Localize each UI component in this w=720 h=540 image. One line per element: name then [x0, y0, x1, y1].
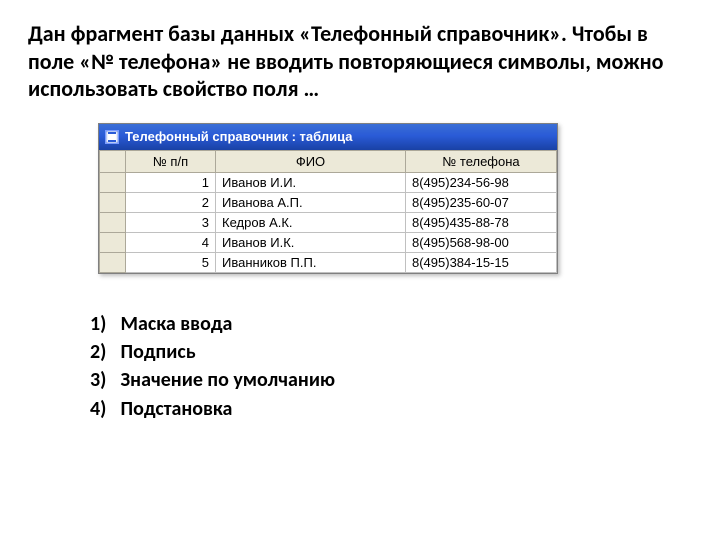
table-row: 4 Иванов И.К. 8(495)568-98-00 [100, 232, 557, 252]
col-header-phone: № телефона [406, 150, 557, 172]
row-selector [100, 252, 126, 272]
row-selector [100, 232, 126, 252]
cell-phone: 8(495)568-98-00 [406, 232, 557, 252]
answer-text: Значение по умолчанию [121, 368, 335, 392]
answer-text: Подстановка [121, 397, 233, 421]
data-grid: № п/п ФИО № телефона 1 Иванов И.И. 8(495… [99, 150, 557, 273]
col-header-fio: ФИО [216, 150, 406, 172]
cell-phone: 8(495)384-15-15 [406, 252, 557, 272]
cell-phone: 8(495)235-60-07 [406, 192, 557, 212]
cell-phone: 8(495)234-56-98 [406, 172, 557, 192]
cell-fio: Иванов И.К. [216, 232, 406, 252]
row-selector [100, 192, 126, 212]
cell-fio: Кедров А.К. [216, 212, 406, 232]
table-row: 3 Кедров А.К. 8(495)435-88-78 [100, 212, 557, 232]
answer-option: 2) Подпись [90, 338, 692, 366]
table-row: 1 Иванов И.И. 8(495)234-56-98 [100, 172, 557, 192]
cell-num: 1 [126, 172, 216, 192]
table-row: 2 Иванова А.П. 8(495)235-60-07 [100, 192, 557, 212]
cell-phone: 8(495)435-88-78 [406, 212, 557, 232]
title-bar: Телефонный справочник : таблица [99, 124, 557, 150]
answer-number: 2) [90, 338, 116, 366]
access-window: Телефонный справочник : таблица № п/п ФИ… [98, 123, 558, 274]
answer-option: 1) Маска ввода [90, 310, 692, 338]
answer-number: 1) [90, 310, 116, 338]
cell-num: 3 [126, 212, 216, 232]
question-text: Дан фрагмент базы данных «Телефонный спр… [28, 20, 692, 103]
answer-option: 4) Подстановка [90, 395, 692, 423]
answer-number: 3) [90, 366, 116, 394]
cell-num: 4 [126, 232, 216, 252]
answers-block: 1) Маска ввода 2) Подпись 3) Значение по… [90, 310, 692, 424]
window-title: Телефонный справочник : таблица [125, 129, 352, 144]
cell-num: 5 [126, 252, 216, 272]
cell-fio: Иванов И.И. [216, 172, 406, 192]
cell-fio: Иванников П.П. [216, 252, 406, 272]
row-selector-header [100, 150, 126, 172]
answer-text: Маска ввода [121, 312, 233, 336]
table-row: 5 Иванников П.П. 8(495)384-15-15 [100, 252, 557, 272]
cell-num: 2 [126, 192, 216, 212]
row-selector [100, 212, 126, 232]
row-selector [100, 172, 126, 192]
col-header-num: № п/п [126, 150, 216, 172]
cell-fio: Иванова А.П. [216, 192, 406, 212]
answer-option: 3) Значение по умолчанию [90, 366, 692, 394]
answer-text: Подпись [121, 340, 196, 364]
datasheet-icon [105, 130, 119, 144]
db-screenshot: Телефонный справочник : таблица № п/п ФИ… [98, 123, 692, 274]
answer-number: 4) [90, 395, 116, 423]
